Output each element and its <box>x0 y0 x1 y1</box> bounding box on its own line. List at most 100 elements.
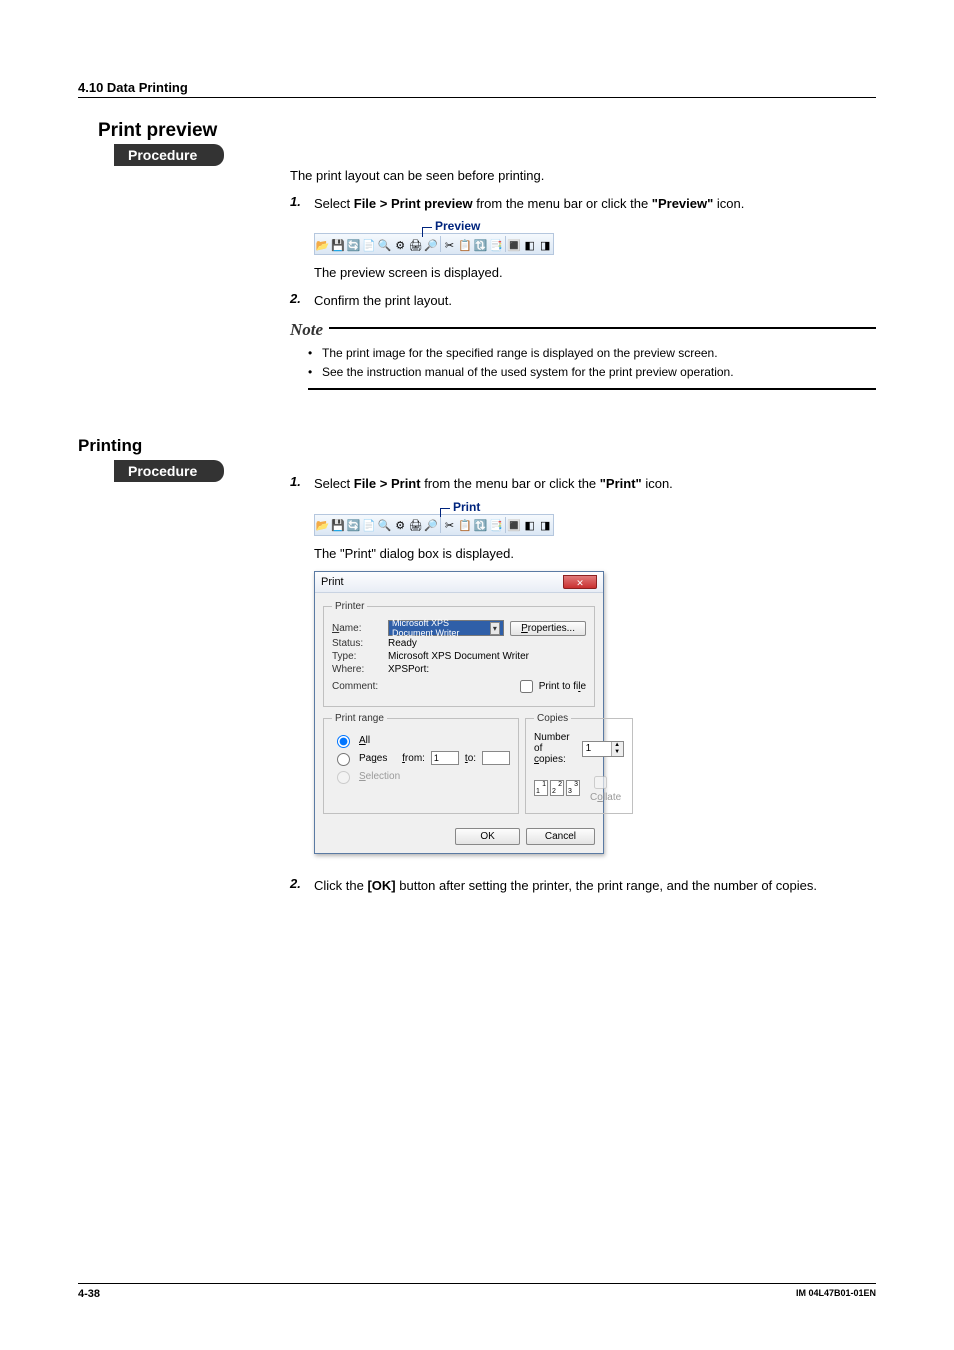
legend: Printer <box>332 601 367 612</box>
printing-after-toolbar: The "Print" dialog box is displayed. <box>314 544 876 564</box>
spin-up-icon[interactable]: ▲ <box>611 742 623 749</box>
properties-button[interactable]: Properties... <box>510 621 586 636</box>
collate-checkbox: Collate <box>590 773 624 803</box>
step-number: 2. <box>290 291 314 311</box>
radio-selection <box>337 771 350 784</box>
toolbar-icon: ◨ <box>538 235 553 255</box>
checkbox[interactable] <box>520 680 533 693</box>
text: from the menu bar or click the <box>421 476 600 491</box>
toolbar-icon: 📂 <box>315 516 330 536</box>
copies-value: 1 <box>583 742 611 756</box>
label: Selection <box>359 771 400 782</box>
callout-label-preview: Preview <box>435 219 480 233</box>
toolbar-icon: ◧ <box>522 235 537 255</box>
procedure-badge: Procedure <box>114 460 224 482</box>
note-item: See the instruction manual of the used s… <box>308 363 876 382</box>
page-number: 4-38 <box>78 1288 100 1300</box>
toolbar-icon: 🔃 <box>473 516 488 536</box>
toolbar-icon: 📄 <box>361 235 376 255</box>
text: from the menu bar or click the <box>473 196 652 211</box>
text: Confirm the print layout. <box>314 291 876 311</box>
label-copies: Number of copies: <box>534 732 570 765</box>
label-where: Where: <box>332 664 382 675</box>
text: Select <box>314 476 354 491</box>
checkbox <box>594 776 607 789</box>
printing-step-1: 1. Select File > Print from the menu bar… <box>290 474 876 494</box>
label-status: Status: <box>332 638 382 649</box>
toolbar-icon: 📑 <box>488 235 503 255</box>
radio-all[interactable] <box>337 735 350 748</box>
printer-group: Printer Name: Microsoft XPS Document Wri… <box>323 601 595 707</box>
cancel-button[interactable]: Cancel <box>526 828 595 845</box>
toolbar-icon: 📋 <box>457 516 472 536</box>
text-bold: "Preview" <box>652 196 713 211</box>
toolbar-icon: 🖨 <box>408 235 423 255</box>
toolbar-icon: 📑 <box>488 516 503 536</box>
label: Pages <box>359 753 387 764</box>
printer-select-value: Microsoft XPS Document Writer <box>392 618 490 638</box>
toolbar-icon: ⚙ <box>392 235 407 255</box>
toolbar-icon: 📂 <box>315 235 330 255</box>
toolbar-icon: ✂ <box>442 235 457 255</box>
text: Select <box>314 196 354 211</box>
toolbar-icon: ◨ <box>538 516 553 536</box>
from-input[interactable] <box>431 751 459 765</box>
preview-step-1: 1. Select File > Print preview from the … <box>290 194 876 214</box>
label-comment: Comment: <box>332 681 382 692</box>
toolbar-image: 📂 💾 🔄 📄 🔍 ⚙ 🖨 🔎 ✂ 📋 🔃 📑 🔳 ◧ ◨ <box>314 233 554 255</box>
preview-after-toolbar: The preview screen is displayed. <box>314 263 876 283</box>
print-range-group: Print range All Pages from: to: Selectio… <box>323 713 519 814</box>
label-name: Name: <box>332 623 382 634</box>
copies-spinner[interactable]: 1 ▲▼ <box>582 741 624 757</box>
chevron-down-icon[interactable]: ▾ <box>490 622 500 635</box>
preview-step-2: 2. Confirm the print layout. <box>290 291 876 311</box>
close-icon[interactable]: ✕ <box>563 575 597 589</box>
section-header: 4.10 Data Printing <box>78 80 876 98</box>
label: Print to file <box>539 682 586 693</box>
print-to-file-checkbox[interactable]: Print to file <box>516 677 586 696</box>
radio-pages[interactable] <box>337 753 350 766</box>
toolbar-icon: ✂ <box>442 516 457 536</box>
label-type: Type: <box>332 651 382 662</box>
toolbar-icon: 🔎 <box>423 235 438 255</box>
spin-down-icon[interactable]: ▼ <box>611 749 623 756</box>
note-item: The print image for the specified range … <box>308 344 876 363</box>
collate-icon: 123 <box>534 780 580 796</box>
printing-step-2: 2. Click the [OK] button after setting t… <box>290 876 876 896</box>
text: Click the <box>314 878 367 893</box>
toolbar-icon: 🔳 <box>507 516 522 536</box>
toolbar-image: 📂 💾 🔄 📄 🔍 ⚙ 🖨 🔎 ✂ 📋 🔃 📑 🔳 ◧ ◨ <box>314 514 554 536</box>
toolbar-icon: 🔳 <box>507 235 522 255</box>
note-rule <box>329 327 876 329</box>
preview-intro: The print layout can be seen before prin… <box>290 166 876 186</box>
toolbar-icon: ⚙ <box>392 516 407 536</box>
printer-select[interactable]: Microsoft XPS Document Writer ▾ <box>388 620 504 636</box>
procedure-badge: Procedure <box>114 144 224 166</box>
step-number: 1. <box>290 194 314 214</box>
text: icon. <box>642 476 673 491</box>
to-input[interactable] <box>482 751 510 765</box>
legend: Print range <box>332 713 387 724</box>
value-status: Ready <box>388 638 417 649</box>
value-where: XPSPort: <box>388 664 429 675</box>
print-dialog: Print ✕ Printer Name: Microsoft XPS Docu… <box>314 571 604 854</box>
toolbar-icon: 📄 <box>361 516 376 536</box>
dialog-title: Print <box>321 576 344 588</box>
toolbar-icon: 🔍 <box>377 516 392 536</box>
text: icon. <box>713 196 744 211</box>
toolbar-icon: 💾 <box>330 235 345 255</box>
label: Collate <box>590 792 621 803</box>
label: All <box>359 735 370 746</box>
toolbar-icon: 🔄 <box>346 516 361 536</box>
toolbar-icon: 📋 <box>457 235 472 255</box>
ok-button[interactable]: OK <box>455 828 519 845</box>
callout-label-print: Print <box>453 500 480 514</box>
text-bold: "Print" <box>600 476 642 491</box>
note-label: Note <box>290 320 329 340</box>
value-type: Microsoft XPS Document Writer <box>388 651 529 662</box>
text-bold: File > Print preview <box>354 196 473 211</box>
toolbar-icon: 🔎 <box>423 516 438 536</box>
label-to: to: <box>465 753 476 764</box>
note-list: The print image for the specified range … <box>308 344 876 390</box>
toolbar-icon: ◧ <box>522 516 537 536</box>
